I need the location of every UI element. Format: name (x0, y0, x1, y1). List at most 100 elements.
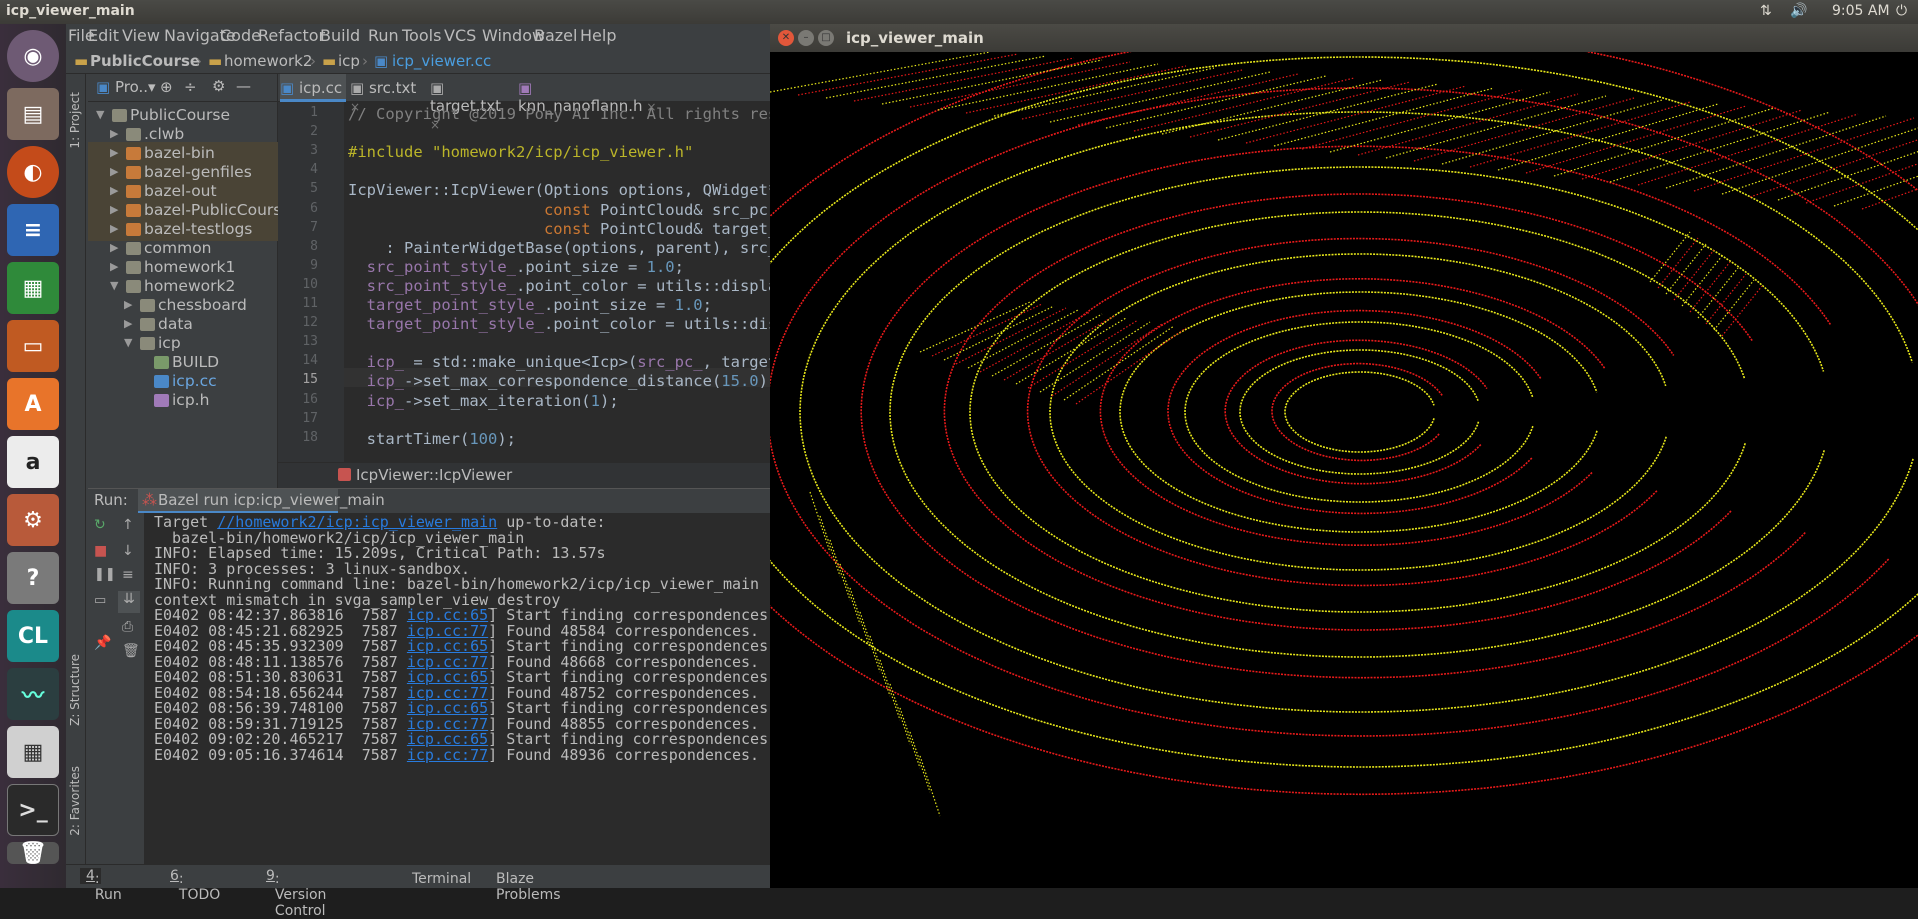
collapsed-arrow-icon[interactable]: ▶ (110, 127, 118, 140)
tab-structure[interactable]: Z: Structure (68, 654, 82, 726)
tree-item-icp-h[interactable]: icp.h (88, 389, 278, 412)
collapse-icon[interactable]: ÷ (184, 78, 197, 96)
network-arrows-icon[interactable]: ⇅ (1760, 3, 1772, 19)
menu-refactor[interactable]: Refactor (258, 26, 325, 45)
clock[interactable]: 9:05 AM (1832, 3, 1890, 19)
collapsed-arrow-icon[interactable]: ▶ (124, 298, 132, 311)
collapsed-arrow-icon[interactable]: ▶ (110, 184, 118, 197)
point-cloud-canvas[interactable] (770, 52, 1918, 888)
tab-favorites[interactable]: 2: Favorites (68, 766, 82, 836)
menu-tools[interactable]: Tools (402, 26, 441, 45)
menu-build[interactable]: Build (320, 26, 360, 45)
amazon-icon[interactable]: a (7, 436, 59, 488)
calculator-icon[interactable]: ▦ (7, 726, 59, 778)
print-icon[interactable]: ⎙ (122, 619, 133, 635)
tool-window-bar: 4: Run 6: TODO 9: Version Control Terminal B… (66, 864, 770, 919)
folder-icon (126, 261, 141, 274)
close-icon[interactable]: ✕ (778, 30, 794, 46)
menu-bazel[interactable]: Bazel (534, 26, 577, 45)
hide-icon[interactable]: — (236, 77, 251, 95)
impress-icon[interactable]: ▭ (7, 320, 59, 372)
system-monitor-icon[interactable]: 〰 (7, 668, 59, 720)
scan-streak (931, 303, 1043, 357)
maximize-icon[interactable]: □ (818, 30, 834, 46)
scroll-to-end-icon[interactable]: ⇊ (118, 591, 140, 613)
file-icon: ▣ (518, 79, 533, 97)
minimize-icon[interactable]: – (798, 30, 814, 46)
power-icon[interactable]: ⏻ (1896, 3, 1907, 19)
scan-streak (819, 515, 841, 577)
scan-streak (1697, 267, 1739, 319)
nav-root[interactable]: PublicCourse (90, 52, 200, 70)
stop-icon[interactable]: ■ (94, 543, 107, 559)
gear-icon[interactable]: ⚙ (212, 77, 225, 95)
nav-file[interactable]: icp_viewer.cc (392, 52, 491, 70)
nav-dir2[interactable]: icp (338, 52, 360, 70)
soft-wrap-icon[interactable]: ≡ (122, 567, 134, 583)
menu-help[interactable]: Help (580, 26, 616, 45)
volume-icon[interactable]: 🔊 (1790, 3, 1807, 19)
pin-icon[interactable]: 📌 (94, 635, 111, 651)
line-number: 16 (302, 391, 318, 407)
editor-tab[interactable]: ▣ knn_nanoflann.h × (518, 74, 658, 115)
expanded-arrow-icon[interactable]: ▼ (96, 108, 104, 121)
calc-icon[interactable]: ▦ (7, 262, 59, 314)
ubuntu-dash-icon[interactable]: ◉ (7, 30, 59, 82)
menu-code[interactable]: Code (220, 26, 261, 45)
scan-streak (1681, 255, 1723, 307)
tool-tab-todo[interactable]: 6: TODO (170, 868, 220, 903)
expanded-arrow-icon[interactable]: ▼ (110, 279, 118, 292)
tab-project[interactable]: 1: Project (68, 92, 82, 149)
rerun-icon[interactable]: ↻ (94, 517, 106, 533)
collapsed-arrow-icon[interactable]: ▶ (110, 165, 118, 178)
editor-tab[interactable]: ▣ target.txt × (430, 74, 514, 132)
nav-dir1[interactable]: homework2 (224, 52, 312, 70)
clear-all-icon[interactable]: 🗑 (122, 643, 140, 659)
scan-streak (1861, 188, 1918, 210)
collapsed-arrow-icon[interactable]: ▶ (110, 260, 118, 273)
files-icon[interactable]: ▤ (7, 88, 59, 140)
help-icon[interactable]: ? (7, 552, 59, 604)
editor-tab[interactable]: ▣ icp.cc × (280, 74, 346, 114)
folder-icon (140, 337, 155, 350)
menu-view[interactable]: View (122, 26, 160, 45)
scroll-down-icon[interactable]: ↓ (122, 543, 134, 559)
source-scan-ring (1284, 371, 1435, 453)
expanded-arrow-icon[interactable]: ▼ (124, 336, 132, 349)
scan-streak (979, 311, 1091, 373)
firefox-icon[interactable]: ◐ (7, 146, 59, 198)
restore-layout-icon[interactable]: ▭ (94, 593, 106, 608)
collapsed-arrow-icon[interactable]: ▶ (110, 241, 118, 254)
project-view-selector[interactable]: Pro..▾ (115, 78, 156, 96)
writer-icon[interactable]: ≡ (7, 204, 59, 256)
console-output[interactable]: Target //homework2/icp:icp_viewer_main u… (150, 515, 770, 865)
collapsed-arrow-icon[interactable]: ▶ (110, 222, 118, 235)
settings-icon[interactable]: ⚙ (7, 494, 59, 546)
clion-icon[interactable]: CL (7, 610, 59, 662)
editor-tab[interactable]: ▣ src.txt × (350, 74, 426, 114)
tree-item-label: homework1 (144, 258, 236, 276)
tool-tab-versioncontrol[interactable]: 9: Version Control (266, 868, 326, 919)
terminal-icon[interactable]: >_ (7, 784, 59, 836)
viewer-title: icp_viewer_main (846, 29, 984, 47)
collapsed-arrow-icon[interactable]: ▶ (110, 146, 118, 159)
target-icon[interactable]: ⊕ (160, 78, 173, 96)
menu-edit[interactable]: Edit (88, 26, 119, 45)
trash-icon[interactable]: 🗑 (7, 841, 59, 866)
software-center-icon[interactable]: A (7, 378, 59, 430)
scan-streak (909, 731, 931, 793)
tool-tab-run[interactable]: 4: Run (80, 868, 122, 903)
collapsed-arrow-icon[interactable]: ▶ (110, 203, 118, 216)
code-view[interactable]: // Copyright @2019 Pony AI Inc. All righ… (344, 102, 770, 462)
code-line: const PointCloud& target_p (543, 219, 770, 238)
pause-icon[interactable]: ❚❚ (94, 567, 116, 582)
unity-launcher: ◉ ▤ ◐ ≡ ▦ ▭ A a ⚙ ? CL 〰 ▦ >_ 🗑 (0, 24, 66, 888)
file-icon (154, 394, 169, 407)
menu-vcs[interactable]: VCS (444, 26, 476, 45)
collapsed-arrow-icon[interactable]: ▶ (124, 317, 132, 330)
run-config-name[interactable]: Bazel run icp:icp_viewer_main (158, 491, 385, 509)
scroll-up-icon[interactable]: ↑ (122, 517, 134, 533)
menu-run[interactable]: Run (368, 26, 399, 45)
console-link[interactable]: icp.cc:77 (407, 746, 488, 764)
breadcrumb-function[interactable]: IcpViewer::IcpViewer (356, 466, 512, 484)
